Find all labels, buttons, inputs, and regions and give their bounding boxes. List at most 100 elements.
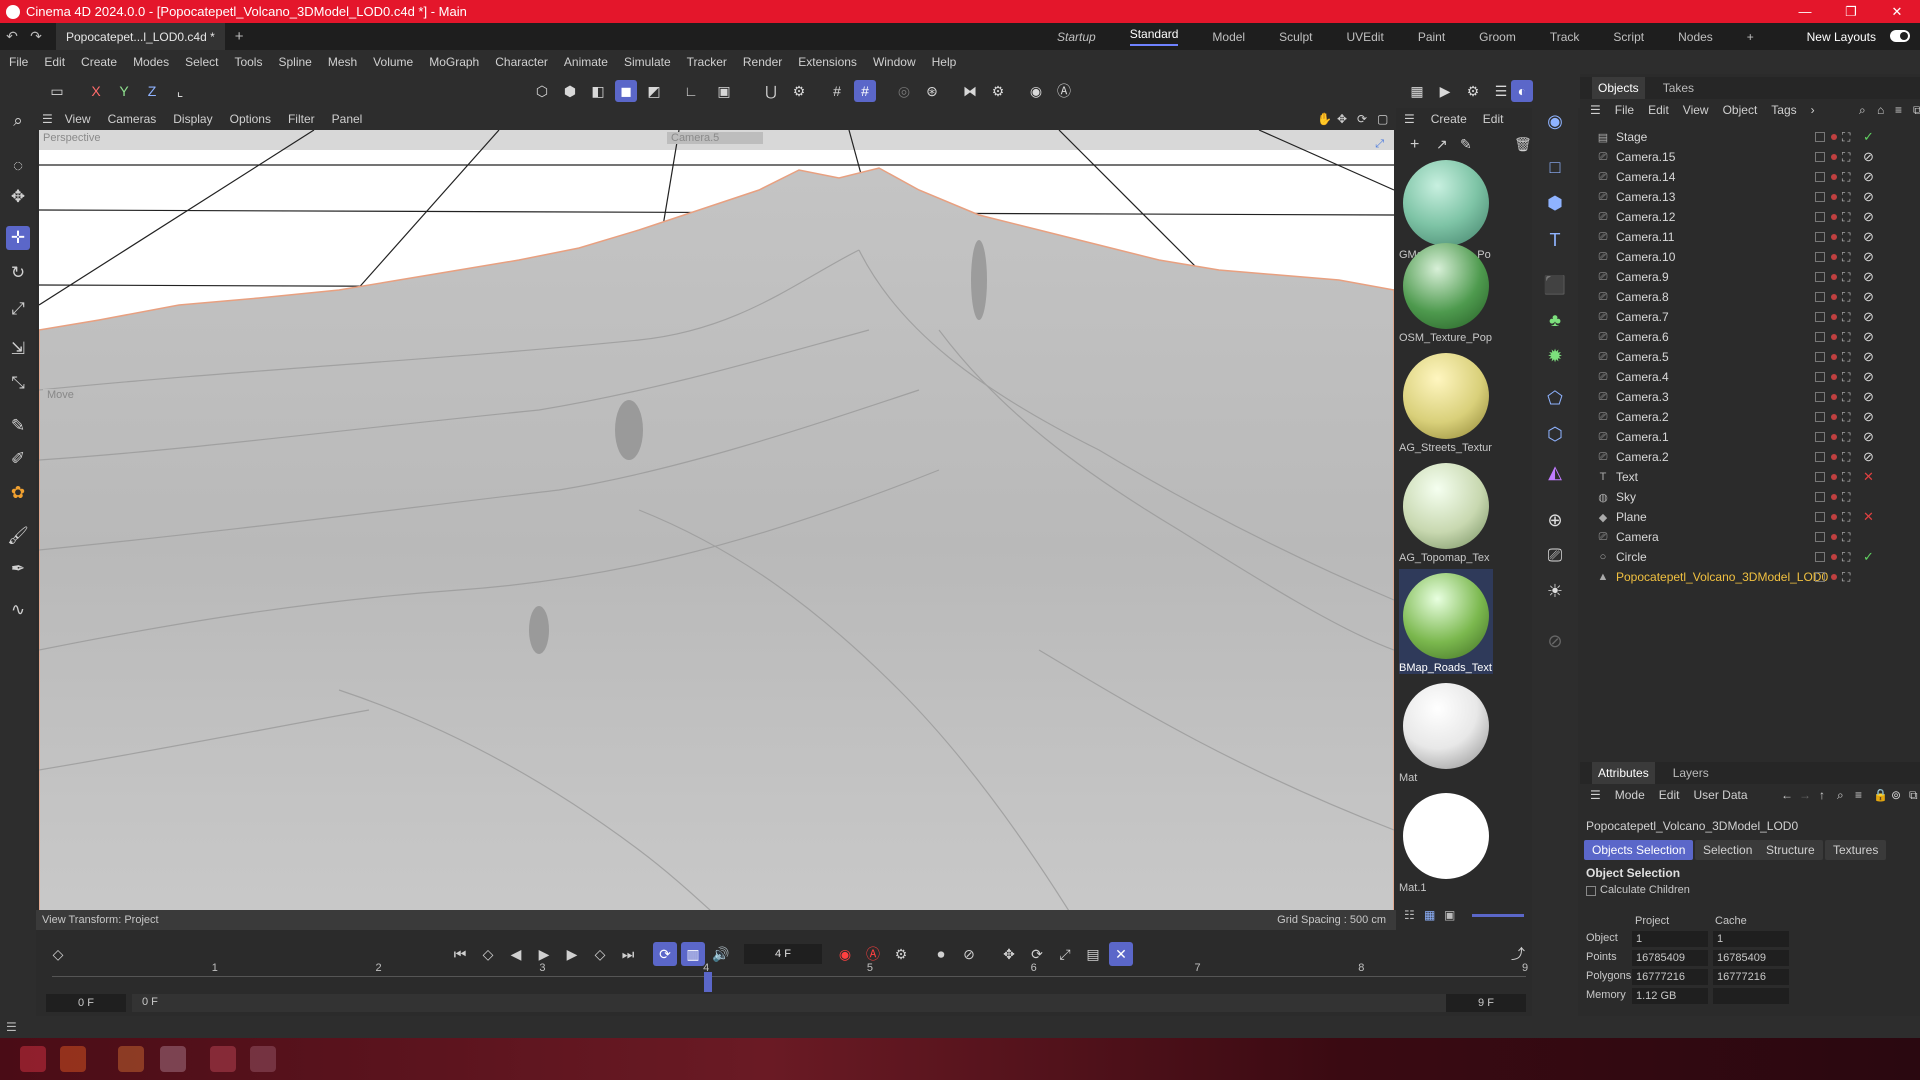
tag-icon[interactable]: ⛶	[1842, 170, 1850, 185]
text-tool-icon[interactable]: T	[1542, 227, 1568, 253]
settings-attr-icon[interactable]: ⊚	[1891, 788, 1901, 802]
effector-icon[interactable]: ✹	[1542, 343, 1568, 369]
light-icon[interactable]: ☀	[1542, 578, 1568, 604]
render-visibility-dot[interactable]	[1831, 274, 1837, 280]
taskbar-app-icon[interactable]	[118, 1046, 144, 1072]
tag-icon[interactable]: ⛶	[1842, 470, 1850, 485]
object-row[interactable]: ⎚ Camera.11 ⛶ ⊘	[1580, 227, 1920, 247]
active-camera-label[interactable]: Camera.5	[667, 132, 763, 144]
soft-selection-icon[interactable]: ◎	[893, 80, 915, 102]
grid-snap-icon[interactable]: #	[854, 80, 876, 102]
render-visibility-dot[interactable]	[1831, 194, 1837, 200]
render-region-icon[interactable]: ▦	[1406, 80, 1428, 102]
sound-icon[interactable]: 🔊	[709, 942, 733, 966]
tag-icon[interactable]: ⛶	[1842, 310, 1850, 325]
viewport-menu-options[interactable]: Options	[230, 112, 271, 126]
viewport-solo-icon[interactable]: ⊛	[921, 80, 943, 102]
render-visibility-dot[interactable]	[1831, 374, 1837, 380]
viewport-render-icon[interactable]: ◐	[1511, 80, 1533, 102]
layout-model[interactable]: Model	[1212, 30, 1245, 44]
edit-visibility-icon[interactable]	[1815, 572, 1825, 582]
object-row[interactable]: ⎚ Camera.2 ⛶ ⊘	[1580, 407, 1920, 427]
new-window-attr-icon[interactable]: ⧉	[1909, 788, 1918, 803]
menu-select[interactable]: Select	[185, 55, 218, 69]
object-tag[interactable]: ⊘	[1863, 369, 1874, 385]
viewport-rotate-icon[interactable]: ⟳	[1357, 112, 1367, 126]
knife-tool-icon[interactable]: ∿	[6, 598, 30, 622]
brush-tool-icon[interactable]: 🖌	[6, 524, 30, 548]
undo-icon[interactable]: ↶	[0, 28, 24, 45]
render-visibility-dot[interactable]	[1831, 154, 1837, 160]
keyframe-icon[interactable]: ◇	[46, 942, 70, 966]
tag-icon[interactable]: ⛶	[1842, 450, 1850, 465]
axis-z-toggle[interactable]: Z	[141, 80, 163, 102]
material-item[interactable]: Mat	[1399, 679, 1493, 784]
render-visibility-dot[interactable]	[1831, 354, 1837, 360]
trash-icon[interactable]: 🗑	[1514, 136, 1532, 153]
objects-menu-object[interactable]: Object	[1723, 103, 1758, 117]
workplane-icon[interactable]: #	[826, 80, 848, 102]
transform-tool-icon[interactable]: ⇲	[6, 337, 30, 361]
object-tag[interactable]: ⊘	[1863, 349, 1874, 365]
tag-icon[interactable]: ⛶	[1842, 190, 1850, 205]
snap-icon[interactable]: ⋃	[760, 80, 782, 102]
edit-visibility-icon[interactable]	[1815, 292, 1825, 302]
texture-mode-icon[interactable]: ▣	[713, 80, 735, 102]
edit-visibility-icon[interactable]	[1815, 172, 1825, 182]
go-to-end-icon[interactable]: ⏭	[616, 942, 640, 966]
tab-attributes[interactable]: Attributes	[1592, 762, 1655, 784]
menu-character[interactable]: Character	[495, 55, 548, 69]
tag-icon[interactable]: ⛶	[1842, 150, 1850, 165]
tag-icon[interactable]: ⛶	[1842, 230, 1850, 245]
axis-mode-icon[interactable]: ∟	[680, 80, 702, 102]
taskbar-app-icon[interactable]	[160, 1046, 186, 1072]
new-window-icon[interactable]: ⧉	[1913, 103, 1920, 118]
objects-menu-view[interactable]: View	[1683, 103, 1709, 117]
viewport-menu-cameras[interactable]: Cameras	[108, 112, 157, 126]
render-settings-icon[interactable]: ⚙	[1462, 80, 1484, 102]
tag-icon[interactable]: ⛶	[1842, 250, 1850, 265]
spline-smooth-icon[interactable]: ✿	[6, 481, 30, 505]
render-visibility-dot[interactable]	[1831, 574, 1837, 580]
object-row[interactable]: ⎚ Camera.12 ⛶ ⊘	[1580, 207, 1920, 227]
add-tab-icon[interactable]: +	[235, 28, 244, 45]
symmetry-icon[interactable]: ⧓	[959, 80, 981, 102]
edit-visibility-icon[interactable]	[1815, 232, 1825, 242]
menu-mesh[interactable]: Mesh	[328, 55, 357, 69]
viewport-menu-filter[interactable]: Filter	[288, 112, 315, 126]
material-item[interactable]: AG_Topomap_Tex	[1399, 459, 1493, 564]
list-view-icon[interactable]: ☷	[1404, 908, 1415, 922]
scale-tool-icon[interactable]: ⤢	[6, 297, 30, 321]
axis-y-toggle[interactable]: Y	[113, 80, 135, 102]
viewport-menu-display[interactable]: Display	[173, 112, 212, 126]
attributes-menu-mode[interactable]: Mode	[1615, 788, 1645, 802]
end-frame-field[interactable]: 9 F	[1446, 994, 1526, 1012]
object-row[interactable]: ⎚ Camera.10 ⛶ ⊘	[1580, 247, 1920, 267]
render-visibility-dot[interactable]	[1831, 134, 1837, 140]
object-tag[interactable]: ⊘	[1863, 189, 1874, 205]
render-active-icon[interactable]: Ⓐ	[1053, 80, 1075, 102]
edit-visibility-icon[interactable]	[1815, 412, 1825, 422]
tag-icon[interactable]: ⛶	[1842, 130, 1850, 145]
new-layouts-toggle[interactable]	[1890, 30, 1910, 42]
render-visibility-dot[interactable]	[1831, 254, 1837, 260]
next-frame-icon[interactable]: ▶	[560, 942, 584, 966]
render-visibility-dot[interactable]	[1831, 534, 1837, 540]
object-row[interactable]: T Text ⛶ ✕	[1580, 467, 1920, 487]
edit-visibility-icon[interactable]	[1815, 192, 1825, 202]
menu-tools[interactable]: Tools	[234, 55, 262, 69]
edit-visibility-icon[interactable]	[1815, 392, 1825, 402]
material-item[interactable]: Mat.1	[1399, 789, 1493, 894]
viewport-move-icon[interactable]: ✥	[1337, 112, 1347, 126]
tag-icon[interactable]: ⛶	[1842, 530, 1850, 545]
layout-startup[interactable]: Startup	[1057, 30, 1096, 44]
search-attr-icon[interactable]: ⌕	[1837, 788, 1844, 803]
object-tag[interactable]: ⊘	[1863, 249, 1874, 265]
layout-paint[interactable]: Paint	[1418, 30, 1445, 44]
subtab-structure[interactable]: Structure	[1758, 840, 1823, 860]
menu-volume[interactable]: Volume	[373, 55, 413, 69]
tag-icon[interactable]: ⛶	[1842, 490, 1850, 505]
material-item-selected[interactable]: BMap_Roads_Text	[1399, 569, 1493, 674]
render-visibility-dot[interactable]	[1831, 434, 1837, 440]
maximize-button[interactable]: ❐	[1828, 0, 1874, 23]
